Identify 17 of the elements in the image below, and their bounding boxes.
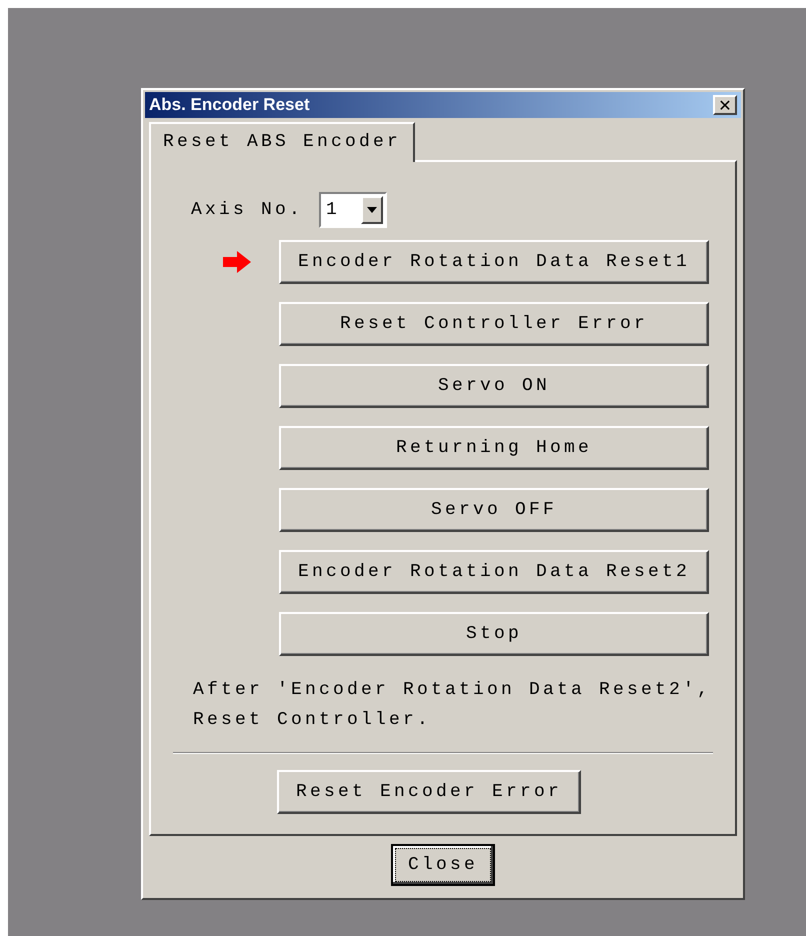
- step-button[interactable]: Stop: [279, 612, 709, 656]
- axis-label: Axis No.: [191, 200, 304, 220]
- step-button[interactable]: Reset Controller Error: [279, 302, 709, 346]
- step-button[interactable]: Servo ON: [279, 364, 709, 408]
- axis-dropdown[interactable]: 1: [319, 192, 388, 228]
- step-button[interactable]: Encoder Rotation Data Reset1: [279, 240, 709, 284]
- note-text: Reset Controller.: [193, 710, 432, 730]
- step-button[interactable]: Servo OFF: [279, 488, 709, 532]
- close-button[interactable]: ✕: [713, 95, 737, 115]
- note-text: After 'Encoder Rotation Data Reset2',: [193, 680, 712, 700]
- step-button[interactable]: Returning Home: [279, 426, 709, 470]
- close-dialog-button[interactable]: Close: [391, 844, 495, 886]
- step-button[interactable]: Encoder Rotation Data Reset2: [279, 550, 709, 594]
- caret-icon: [367, 207, 378, 213]
- reset-encoder-error-button[interactable]: Reset Encoder Error: [277, 770, 581, 814]
- window-title: Abs. Encoder Reset: [149, 95, 310, 115]
- tab[interactable]: Reset ABS Encoder: [149, 122, 416, 162]
